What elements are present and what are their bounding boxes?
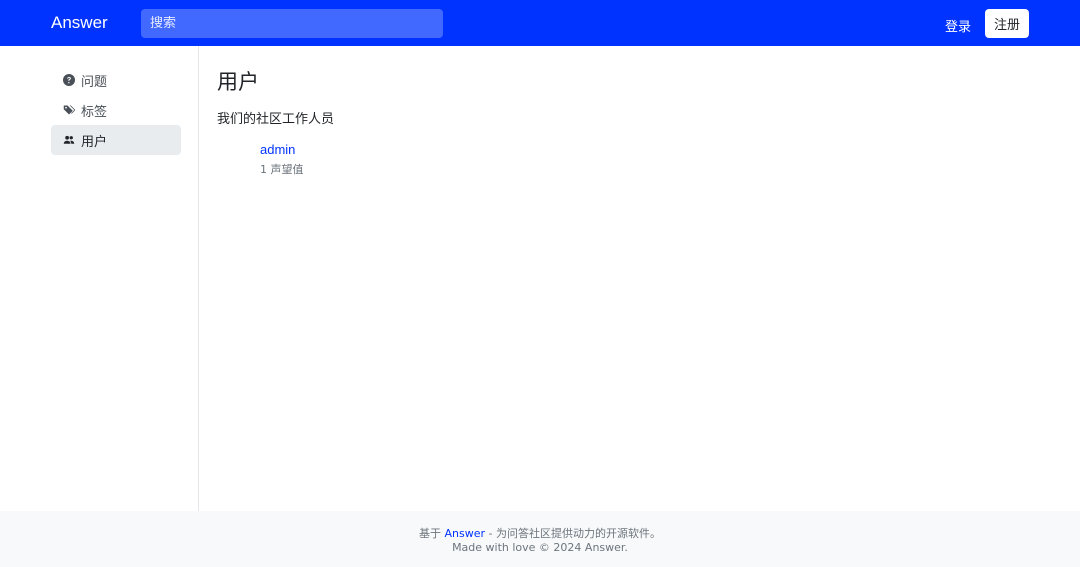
sidebar-item-questions[interactable]: 问题 <box>51 65 181 95</box>
people-icon <box>63 134 75 146</box>
signup-button[interactable]: 注册 <box>985 9 1029 38</box>
tags-icon <box>63 104 75 116</box>
footer-copyright: Made with love © 2024 Answer. <box>452 541 628 554</box>
user-reputation: 1 声望值 <box>260 163 304 176</box>
sidebar-item-label: 问题 <box>81 74 108 90</box>
question-circle-icon <box>63 74 75 86</box>
login-link[interactable]: 登录 <box>945 16 971 35</box>
brand-logo[interactable]: Answer <box>51 13 108 33</box>
user-name-link[interactable]: admin <box>260 142 304 157</box>
footer-suffix: - 为问答社区提供动力的开源软件。 <box>485 527 661 540</box>
sidebar-nav: 问题 标签 用户 <box>51 65 181 155</box>
footer-answer-link[interactable]: Answer <box>445 527 486 540</box>
page-footer: 基于 Answer - 为问答社区提供动力的开源软件。 Made with lo… <box>0 511 1080 567</box>
staff-user-card: admin 1 声望值 <box>260 142 304 177</box>
sidebar-divider <box>198 46 199 511</box>
search-box[interactable] <box>141 9 443 38</box>
sidebar-item-tags[interactable]: 标签 <box>51 95 181 125</box>
page-title: 用户 <box>217 70 259 94</box>
sidebar-item-label: 标签 <box>81 104 108 120</box>
page-description: 我们的社区工作人员 <box>217 112 335 127</box>
search-input[interactable] <box>150 16 443 31</box>
sidebar-item-users[interactable]: 用户 <box>51 125 181 155</box>
sidebar-item-label: 用户 <box>81 134 108 150</box>
footer-prefix: 基于 <box>419 527 445 540</box>
top-navbar: Answer 登录 注册 <box>0 0 1080 46</box>
footer-powered-by: 基于 Answer - 为问答社区提供动力的开源软件。 <box>0 525 1080 541</box>
